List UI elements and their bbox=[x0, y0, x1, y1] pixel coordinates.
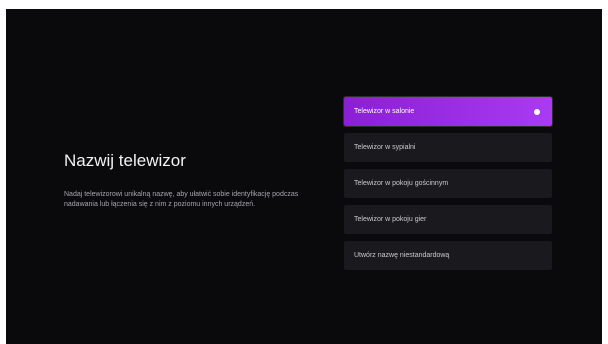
option-guest-room[interactable]: Telewizor w pokoju gościnnym bbox=[344, 169, 552, 198]
page-description: Nadaj telewizorowi unikalną nazwę, aby u… bbox=[64, 191, 299, 208]
name-options-list: Telewizor w salonie Telewizor w sypialni… bbox=[344, 97, 552, 277]
option-living-room[interactable]: Telewizor w salonie bbox=[344, 97, 552, 126]
page-title: Nazwij telewizor bbox=[64, 151, 186, 170]
option-label: Telewizor w salonie bbox=[354, 108, 415, 115]
option-label: Telewizor w pokoju gościnnym bbox=[354, 180, 449, 187]
option-label: Utwórz nazwę niestandardową bbox=[354, 252, 450, 259]
option-bedroom[interactable]: Telewizor w sypialni bbox=[344, 133, 552, 162]
option-game-room[interactable]: Telewizor w pokoju gier bbox=[344, 205, 552, 234]
option-custom-name[interactable]: Utwórz nazwę niestandardową bbox=[344, 241, 552, 270]
selected-radio-icon bbox=[534, 108, 540, 115]
option-label: Telewizor w pokoju gier bbox=[354, 216, 427, 223]
option-label: Telewizor w sypialni bbox=[354, 144, 416, 151]
tv-screen: Nazwij telewizor Nadaj telewizorowi unik… bbox=[6, 9, 602, 344]
